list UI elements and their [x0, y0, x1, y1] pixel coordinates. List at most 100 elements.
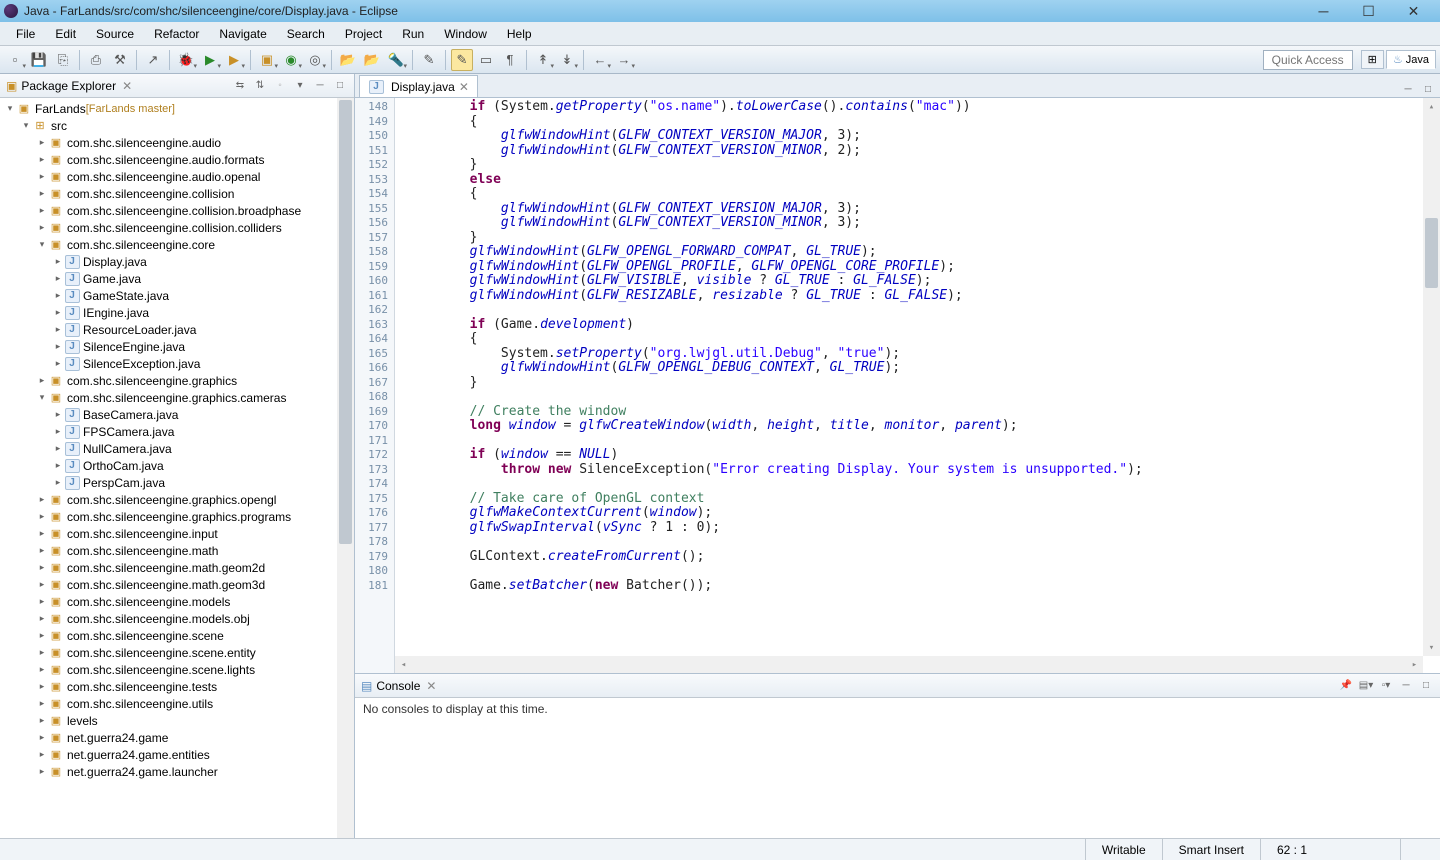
editor-tab-display[interactable]: Display.java ✕: [359, 75, 478, 97]
menu-search[interactable]: Search: [277, 24, 335, 44]
new-package-button[interactable]: ▣: [256, 49, 278, 71]
package-node[interactable]: ▸com.shc.silenceengine.scene: [4, 627, 354, 644]
package-node[interactable]: ▸com.shc.silenceengine.math.geom3d: [4, 576, 354, 593]
menu-edit[interactable]: Edit: [45, 24, 86, 44]
maximize-console-button[interactable]: □: [1418, 678, 1434, 694]
package-node[interactable]: ▸levels: [4, 712, 354, 729]
open-perspective-button[interactable]: ⊞: [1361, 50, 1384, 69]
new-class-button[interactable]: ◉: [280, 49, 302, 71]
open-console-button[interactable]: ▫▾: [1378, 678, 1394, 694]
package-node[interactable]: ▸com.shc.silenceengine.collision: [4, 185, 354, 202]
java-file[interactable]: ▸BaseCamera.java: [4, 406, 354, 423]
wand-button[interactable]: ✎: [418, 49, 440, 71]
package-node[interactable]: ▸net.guerra24.game.launcher: [4, 763, 354, 780]
menu-window[interactable]: Window: [434, 24, 497, 44]
toggle-mark-button[interactable]: ✎: [451, 49, 473, 71]
forward-button[interactable]: →: [613, 49, 635, 71]
show-whitespace-button[interactable]: ¶: [499, 49, 521, 71]
java-file[interactable]: ▸OrthoCam.java: [4, 457, 354, 474]
src-folder[interactable]: ▾src: [4, 117, 354, 134]
java-file[interactable]: ▸GameState.java: [4, 287, 354, 304]
maximize-view-button[interactable]: □: [332, 78, 348, 94]
package-node[interactable]: ▸com.shc.silenceengine.math.geom2d: [4, 559, 354, 576]
tree-scrollbar[interactable]: [337, 98, 354, 838]
code-content[interactable]: if (System.getProperty("os.name").toLowe…: [395, 98, 1440, 673]
java-file[interactable]: ▸ResourceLoader.java: [4, 321, 354, 338]
package-node[interactable]: ▸com.shc.silenceengine.collision.collide…: [4, 219, 354, 236]
minimize-view-button[interactable]: ─: [312, 78, 328, 94]
package-node[interactable]: ▸com.shc.silenceengine.scene.lights: [4, 661, 354, 678]
annotation-next-button[interactable]: ↡: [556, 49, 578, 71]
link-button[interactable]: ↗: [142, 49, 164, 71]
run-last-button[interactable]: ▶: [223, 49, 245, 71]
close-tab-icon[interactable]: ✕: [459, 80, 469, 94]
minimize-console-button[interactable]: ─: [1398, 678, 1414, 694]
package-node[interactable]: ▸com.shc.silenceengine.graphics.opengl: [4, 491, 354, 508]
menu-navigate[interactable]: Navigate: [209, 24, 276, 44]
java-perspective-button[interactable]: ♨Java: [1386, 50, 1436, 69]
package-node[interactable]: ▸com.shc.silenceengine.models.obj: [4, 610, 354, 627]
package-node[interactable]: ▸com.shc.silenceengine.collision.broadph…: [4, 202, 354, 219]
pin-console-button[interactable]: 📌: [1338, 678, 1354, 694]
java-file[interactable]: ▸PerspCam.java: [4, 474, 354, 491]
java-file[interactable]: ▸Display.java: [4, 253, 354, 270]
back-button[interactable]: ←: [589, 49, 611, 71]
package-node[interactable]: ▸com.shc.silenceengine.utils: [4, 695, 354, 712]
package-node[interactable]: ▸com.shc.silenceengine.math: [4, 542, 354, 559]
project-node[interactable]: ▾FarLands [FarLands master]: [4, 100, 354, 117]
code-editor[interactable]: 1481491501511521531541551561571581591601…: [355, 98, 1440, 673]
new-button[interactable]: ▫: [4, 49, 26, 71]
maximize-button[interactable]: ☐: [1346, 0, 1391, 22]
quick-access-input[interactable]: [1263, 50, 1353, 70]
java-file[interactable]: ▸SilenceEngine.java: [4, 338, 354, 355]
menu-source[interactable]: Source: [86, 24, 144, 44]
menu-refactor[interactable]: Refactor: [144, 24, 209, 44]
link-editor-button[interactable]: ⇅: [252, 78, 268, 94]
search-button[interactable]: 🔦: [385, 49, 407, 71]
close-button[interactable]: ✕: [1391, 0, 1436, 22]
package-core[interactable]: ▾com.shc.silenceengine.core: [4, 236, 354, 253]
package-node[interactable]: ▸com.shc.silenceengine.graphics.programs: [4, 508, 354, 525]
package-node[interactable]: ▸com.shc.silenceengine.scene.entity: [4, 644, 354, 661]
open-type-button[interactable]: 📂: [337, 49, 359, 71]
package-node[interactable]: ▸com.shc.silenceengine.audio.openal: [4, 168, 354, 185]
package-cameras[interactable]: ▾com.shc.silenceengine.graphics.cameras: [4, 389, 354, 406]
menu-file[interactable]: File: [6, 24, 45, 44]
package-graphics[interactable]: ▸com.shc.silenceengine.graphics: [4, 372, 354, 389]
save-button[interactable]: 💾: [28, 49, 50, 71]
package-node[interactable]: ▸net.guerra24.game.entities: [4, 746, 354, 763]
editor-horizontal-scrollbar[interactable]: ◂ ▸: [395, 656, 1423, 673]
print-button[interactable]: ⎙: [85, 49, 107, 71]
menu-project[interactable]: Project: [335, 24, 392, 44]
menu-help[interactable]: Help: [497, 24, 542, 44]
package-node[interactable]: ▸com.shc.silenceengine.audio.formats: [4, 151, 354, 168]
package-node[interactable]: ▸com.shc.silenceengine.tests: [4, 678, 354, 695]
java-file[interactable]: ▸SilenceException.java: [4, 355, 354, 372]
minimize-editor-button[interactable]: ─: [1400, 81, 1416, 97]
package-node[interactable]: ▸net.guerra24.game: [4, 729, 354, 746]
toggle-block-button[interactable]: ▭: [475, 49, 497, 71]
java-file[interactable]: ▸NullCamera.java: [4, 440, 354, 457]
annotation-prev-button[interactable]: ↟: [532, 49, 554, 71]
java-file[interactable]: ▸FPSCamera.java: [4, 423, 354, 440]
maximize-editor-button[interactable]: □: [1420, 81, 1436, 97]
package-node[interactable]: ▸com.shc.silenceengine.input: [4, 525, 354, 542]
view-menu-button[interactable]: ▾: [292, 78, 308, 94]
package-node[interactable]: ▸com.shc.silenceengine.models: [4, 593, 354, 610]
run-button[interactable]: ▶: [199, 49, 221, 71]
filter-button[interactable]: ◦: [272, 78, 288, 94]
editor-vertical-scrollbar[interactable]: ▴ ▾: [1423, 98, 1440, 656]
debug-button[interactable]: 🐞: [175, 49, 197, 71]
display-console-button[interactable]: ▤▾: [1358, 678, 1374, 694]
save-all-button[interactable]: ⎘: [52, 49, 74, 71]
package-tree[interactable]: ▾FarLands [FarLands master]▾src▸com.shc.…: [0, 98, 354, 838]
menu-run[interactable]: Run: [392, 24, 434, 44]
java-file[interactable]: ▸IEngine.java: [4, 304, 354, 321]
java-file[interactable]: ▸Game.java: [4, 270, 354, 287]
minimize-button[interactable]: ─: [1301, 0, 1346, 22]
close-console-icon[interactable]: ✕: [426, 679, 436, 693]
collapse-all-button[interactable]: ⇆: [232, 78, 248, 94]
close-view-icon[interactable]: ✕: [122, 79, 132, 93]
open-task-button[interactable]: 📂: [361, 49, 383, 71]
package-node[interactable]: ▸com.shc.silenceengine.audio: [4, 134, 354, 151]
